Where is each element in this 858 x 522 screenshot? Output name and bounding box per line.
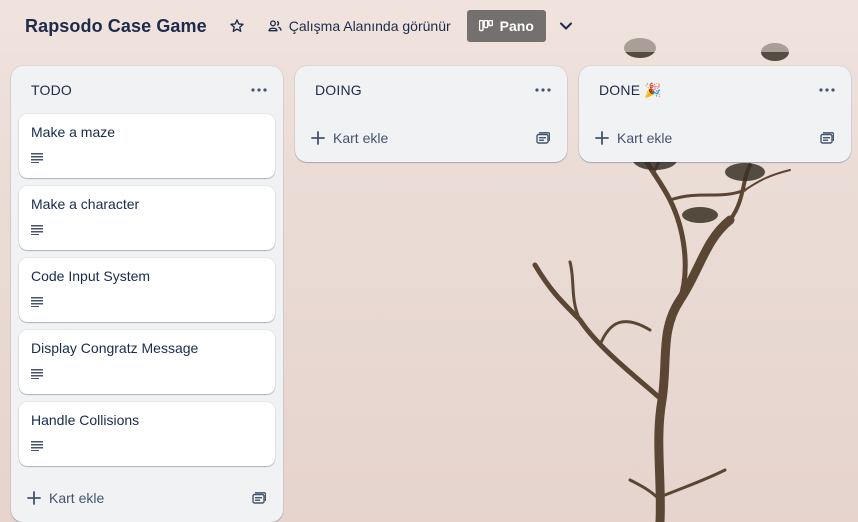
card-list: Make a maze Make a character Code Input … [11, 114, 283, 466]
card-title: Handle Collisions [31, 412, 140, 428]
plus-icon [27, 491, 41, 505]
card-title: Display Congratz Message [31, 340, 199, 356]
plus-icon [595, 131, 609, 145]
description-icon [31, 225, 43, 235]
card-badges [31, 222, 263, 238]
add-card-label: Kart ekle [49, 490, 105, 506]
description-icon [31, 297, 43, 307]
more-icon [535, 88, 551, 92]
description-icon [31, 153, 43, 163]
card-title: Make a maze [31, 124, 116, 140]
card-badges [31, 438, 263, 454]
list-header: TODO [11, 66, 283, 114]
card[interactable]: Code Input System [19, 258, 275, 322]
visibility-button[interactable]: Çalışma Alanında görünür [261, 10, 457, 42]
card[interactable]: Display Congratz Message [19, 330, 275, 394]
list-done: DONE 🎉 Kart ekle [579, 66, 851, 162]
card-template-icon [820, 132, 834, 144]
board-title[interactable]: Rapsodo Case Game [25, 16, 207, 37]
card-template-icon [252, 492, 266, 504]
list-title[interactable]: DONE 🎉 [599, 82, 662, 99]
more-icon [251, 88, 267, 92]
board-header: Rapsodo Case Game Çalışma Alanında görün… [0, 0, 858, 52]
description-icon [31, 441, 43, 451]
create-from-template-button[interactable] [531, 126, 555, 150]
card[interactable]: Handle Collisions [19, 402, 275, 466]
list-menu-button[interactable] [243, 74, 275, 106]
card-title: Code Input System [31, 268, 151, 284]
card-template-icon [536, 132, 550, 144]
add-card-button[interactable]: Kart ekle [307, 122, 392, 154]
more-icon [819, 88, 835, 92]
board-view-button[interactable]: Pano [466, 10, 546, 42]
list-footer: Kart ekle [579, 114, 851, 162]
list-menu-button[interactable] [811, 74, 843, 106]
card-badges [31, 366, 263, 382]
view-switcher-button[interactable] [550, 10, 582, 42]
card-badges [31, 150, 263, 166]
card[interactable]: Make a character [19, 186, 275, 250]
list-title[interactable]: DOING [315, 82, 362, 98]
visibility-label: Çalışma Alanında görünür [288, 18, 451, 34]
add-card-label: Kart ekle [617, 130, 673, 146]
card-badges [31, 294, 263, 310]
chevron-down-icon [559, 22, 572, 30]
description-icon [31, 369, 43, 379]
plus-icon [311, 131, 325, 145]
list-footer: Kart ekle [11, 474, 283, 522]
list-title-text: DONE [599, 81, 641, 98]
create-from-template-button[interactable] [815, 126, 839, 150]
board-view-label: Pano [499, 18, 534, 34]
list-doing: DOING Kart ekle [295, 66, 567, 162]
card[interactable]: Make a maze [19, 114, 275, 178]
card-title: Make a character [31, 196, 140, 212]
list-menu-button[interactable] [527, 74, 559, 106]
create-from-template-button[interactable] [247, 486, 271, 510]
party-emoji: 🎉 [644, 81, 662, 98]
list-todo: TODO Make a maze Make a character Code I… [11, 66, 283, 522]
add-card-button[interactable]: Kart ekle [591, 122, 676, 154]
add-card-label: Kart ekle [333, 130, 389, 146]
people-icon [268, 20, 282, 32]
list-header: DONE 🎉 [579, 66, 851, 114]
list-footer: Kart ekle [295, 114, 567, 162]
star-button[interactable] [221, 10, 253, 42]
list-header: DOING [295, 66, 567, 114]
star-icon [230, 19, 244, 32]
board-icon [478, 20, 493, 32]
add-card-button[interactable]: Kart ekle [23, 482, 108, 514]
list-title[interactable]: TODO [31, 82, 72, 98]
